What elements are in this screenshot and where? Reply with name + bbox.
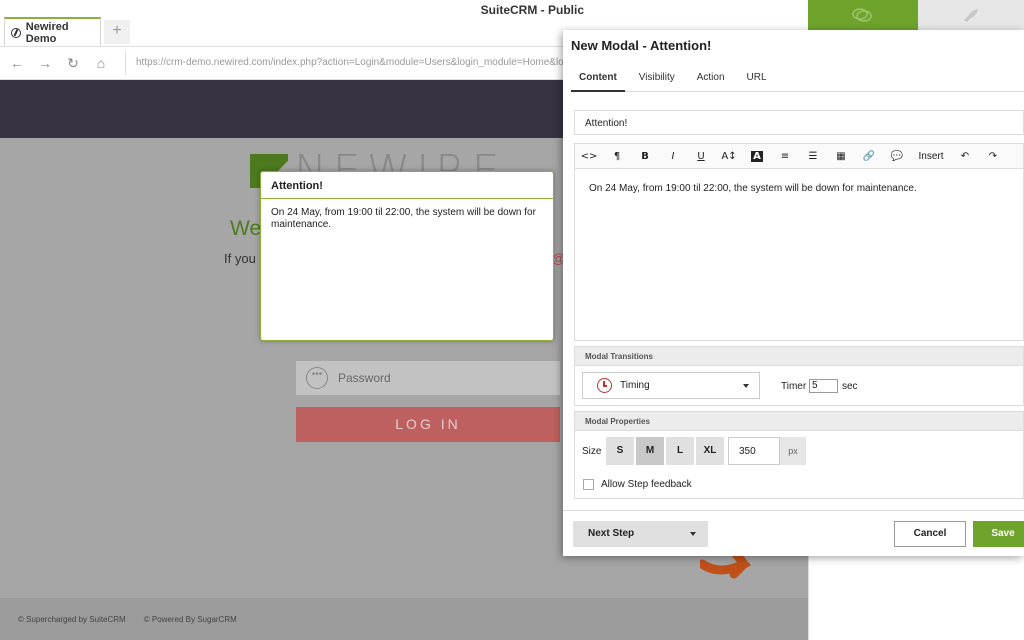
footer-supercharged: © Supercharged by SuiteCRM: [18, 614, 126, 624]
welcome-heading-start: We: [230, 217, 262, 240]
modal-editor-panel: New Modal - Attention! Content Visibilit…: [563, 30, 1024, 556]
clock-icon: [597, 378, 612, 393]
step-feedback-checkbox[interactable]: [583, 479, 594, 490]
align-icon[interactable]: ≡: [771, 144, 799, 169]
properties-section: Size S M L XL 350 px Allow Step feedback: [574, 431, 1024, 499]
insert-button[interactable]: Insert: [911, 144, 951, 169]
new-tab-button[interactable]: +: [104, 20, 130, 44]
app-title: SuiteCRM - Public: [480, 3, 584, 17]
side-tab-rocket[interactable]: [918, 0, 1024, 30]
save-button[interactable]: Save: [973, 521, 1024, 547]
forward-arrow-icon[interactable]: →: [31, 55, 59, 71]
transitions-section: Timing Timer 5 sec: [574, 366, 1024, 406]
chat-bubbles-icon: [852, 8, 872, 22]
size-unit: px: [780, 437, 806, 465]
next-step-button[interactable]: Next Step: [573, 521, 708, 547]
font-color-icon[interactable]: A: [743, 144, 771, 169]
list-icon[interactable]: ☰: [799, 144, 827, 169]
link-icon[interactable]: 🔗: [855, 144, 883, 169]
size-px-input[interactable]: 350: [728, 437, 780, 465]
refresh-icon[interactable]: ↻: [59, 55, 87, 72]
size-button-xl[interactable]: XL: [696, 437, 724, 465]
paragraph-icon[interactable]: ¶: [603, 144, 631, 169]
size-label: Size: [582, 446, 602, 457]
editor-footer: Next Step Cancel Save: [563, 510, 1024, 556]
login-hint-start: If you: [224, 251, 256, 266]
underline-icon[interactable]: U: [687, 144, 715, 169]
login-button[interactable]: LOG IN: [296, 407, 560, 442]
size-button-s[interactable]: S: [606, 437, 634, 465]
size-button-l[interactable]: L: [666, 437, 694, 465]
undo-icon[interactable]: ↶: [951, 144, 979, 169]
chevron-down-icon: [743, 384, 749, 388]
modal-title-input[interactable]: Attention!: [574, 110, 1024, 135]
properties-header: Modal Properties: [574, 411, 1024, 431]
size-button-m[interactable]: M: [636, 437, 664, 465]
content-editor[interactable]: On 24 May, from 19:00 til 22:00, the sys…: [574, 168, 1024, 341]
compass-icon: [11, 27, 21, 38]
side-tab-chat[interactable]: [808, 0, 918, 30]
editor-title: New Modal - Attention!: [571, 38, 712, 53]
code-view-icon[interactable]: <>: [575, 144, 603, 169]
page-footer: © Supercharged by SuiteCRM © Powered By …: [0, 598, 808, 640]
password-dots-icon: •••: [306, 367, 328, 389]
home-icon[interactable]: ⌂: [87, 55, 115, 71]
redo-icon[interactable]: ↷: [979, 144, 1007, 169]
font-color-glyph: A: [751, 150, 763, 162]
next-step-label: Next Step: [588, 528, 635, 539]
tab-url[interactable]: URL: [739, 65, 775, 92]
browser-tab[interactable]: Newired Demo: [4, 17, 101, 46]
transition-select-value: Timing: [620, 380, 650, 391]
editor-tabs: Content Visibility Action URL: [571, 65, 1024, 92]
transition-select[interactable]: Timing: [582, 372, 760, 399]
table-icon[interactable]: ▦: [827, 144, 855, 169]
comment-icon[interactable]: 💬: [883, 144, 911, 169]
footer-powered: © Powered By SugarCRM: [143, 614, 237, 624]
browser-tab-label: Newired Demo: [25, 20, 69, 45]
transitions-header: Modal Transitions: [574, 346, 1024, 366]
tab-action[interactable]: Action: [689, 65, 733, 92]
bold-icon[interactable]: B: [631, 144, 659, 169]
rocket-icon: [964, 9, 978, 22]
preview-title: Attention!: [261, 172, 553, 199]
chevron-down-icon: [690, 532, 696, 536]
font-size-icon[interactable]: A↕: [715, 144, 743, 169]
preview-body: On 24 May, from 19:00 til 22:00, the sys…: [271, 207, 536, 230]
password-placeholder: Password: [338, 371, 391, 385]
timer-input[interactable]: 5: [809, 379, 838, 393]
timer-unit: sec: [842, 381, 858, 392]
timer-label: Timer: [781, 381, 807, 392]
tab-visibility[interactable]: Visibility: [631, 65, 683, 92]
italic-icon[interactable]: I: [659, 144, 687, 169]
cancel-button[interactable]: Cancel: [894, 521, 966, 547]
attention-modal-preview: Attention! On 24 May, from 19:00 til 22:…: [260, 171, 554, 341]
password-field[interactable]: ••• Password: [296, 361, 560, 395]
back-arrow-icon[interactable]: ←: [3, 55, 31, 71]
tab-content[interactable]: Content: [571, 65, 625, 92]
step-feedback-label: Allow Step feedback: [601, 479, 692, 490]
rich-text-toolbar: <> ¶ B I U A↕ A ≡ ☰ ▦ 🔗 💬 Insert ↶ ↷: [574, 143, 1024, 168]
